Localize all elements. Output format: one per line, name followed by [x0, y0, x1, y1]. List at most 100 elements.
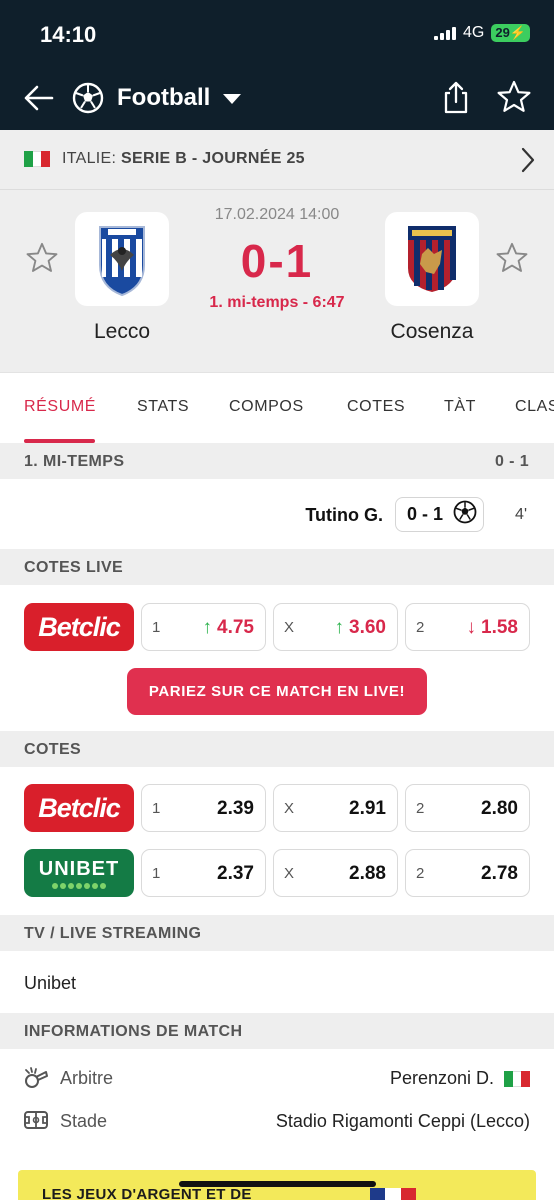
live-odds-row: Betclic 1 ↑ 4.75 X ↑ 3.60 2 ↓ 1.58 — [0, 603, 554, 651]
arrow-up-icon: ↑ — [202, 617, 213, 638]
france-flag-icon — [370, 1188, 416, 1200]
odd-draw[interactable]: X 2.91 — [273, 784, 398, 832]
section-header-match-info: INFORMATIONS DE MATCH — [0, 1013, 554, 1049]
odd-key: 2 — [416, 865, 425, 882]
referee-label: Arbitre — [60, 1068, 114, 1088]
back-arrow-icon[interactable] — [22, 82, 54, 119]
goal-event-row[interactable]: Tutino G. 0 - 1 4' — [0, 479, 554, 549]
odd-number: 4.75 — [217, 617, 254, 638]
goal-score-box: 0 - 1 — [395, 497, 484, 532]
goal-scorer[interactable]: Tutino G. — [305, 505, 383, 526]
odd-home[interactable]: 1 2.37 — [141, 849, 266, 897]
favorite-star-icon[interactable] — [497, 80, 531, 119]
home-team-name[interactable]: Lecco — [57, 320, 187, 344]
odd-key: 1 — [152, 865, 161, 882]
live-odd-draw[interactable]: X ↑ 3.60 — [273, 603, 398, 651]
odd-value: ↑ 4.75 — [203, 617, 254, 639]
section-header-odds: COTES — [0, 731, 554, 767]
caret-down-icon[interactable] — [222, 92, 242, 110]
odd-value: 2.88 — [349, 863, 386, 884]
soccer-ball-icon — [453, 500, 477, 529]
section-title: COTES LIVE — [24, 559, 124, 576]
tab-classement[interactable]: CLAS — [515, 398, 554, 416]
goal-score: 0 - 1 — [407, 504, 444, 524]
unibet-logo[interactable]: UNIBET — [24, 849, 134, 897]
tab-resume[interactable]: RÉSUMÉ — [24, 398, 96, 416]
league-country: ITALIE: — [62, 150, 117, 167]
section-title: COTES — [24, 741, 82, 758]
odds-section: Betclic 1 2.39 X 2.91 2 2.80 UNIBET 1 2.37 X… — [0, 767, 554, 915]
betclic-logo[interactable]: Betclic — [24, 784, 134, 832]
away-team-logo[interactable] — [385, 212, 479, 306]
signal-icon — [434, 26, 456, 40]
odd-key: 2 — [416, 800, 425, 817]
odd-draw[interactable]: X 2.88 — [273, 849, 398, 897]
odds-row-betclic: Betclic 1 2.39 X 2.91 2 2.80 — [0, 784, 554, 832]
odd-away[interactable]: 2 2.80 — [405, 784, 530, 832]
section-title: 1. MI-TEMPS — [24, 453, 125, 470]
tv-provider[interactable]: Unibet — [24, 973, 76, 994]
odd-value: 2.80 — [481, 798, 518, 819]
arrow-down-icon: ↓ — [466, 617, 477, 638]
live-odd-away[interactable]: 2 ↓ 1.58 — [405, 603, 530, 651]
section-title: TV / LIVE STREAMING — [24, 925, 202, 942]
tv-item[interactable]: Unibet — [0, 951, 554, 1013]
share-icon[interactable] — [440, 80, 472, 119]
match-header: Lecco 17.02.2024 14:00 0-1 1. mi-temps -… — [0, 190, 554, 373]
whistle-icon — [23, 1066, 49, 1095]
odd-away[interactable]: 2 2.78 — [405, 849, 530, 897]
stadium-value: Stadio Rigamonti Ceppi (Lecco) — [275, 1111, 530, 1131]
section-header-tv: TV / LIVE STREAMING — [0, 915, 554, 951]
section-header-first-half: 1. MI-TEMPS 0 - 1 — [0, 443, 554, 479]
match-tabs: RÉSUMÉ STATS COMPOS COTES TÀT CLAS — [0, 373, 554, 443]
unibet-dots-icon — [52, 882, 106, 889]
status-indicators: 4G 29⚡ — [434, 24, 530, 42]
bookmaker-name: Betclic — [38, 611, 121, 642]
section-score: 0 - 1 — [494, 453, 529, 470]
soccer-ball-icon — [72, 82, 104, 119]
live-odd-home[interactable]: 1 ↑ 4.75 — [141, 603, 266, 651]
odd-value: 2.78 — [481, 863, 518, 884]
tab-cotes[interactable]: COTES — [347, 398, 405, 416]
italy-flag-icon — [504, 1070, 531, 1087]
tab-tat[interactable]: TÀT — [444, 398, 476, 416]
battery-level: 29 — [495, 25, 510, 40]
italy-flag-icon — [24, 151, 51, 167]
odd-key: X — [284, 800, 295, 817]
sport-title[interactable]: Football — [117, 84, 210, 112]
section-header-live-odds: COTES LIVE — [0, 549, 554, 585]
odd-value: 2.37 — [217, 863, 254, 884]
tab-compos[interactable]: COMPOS — [229, 398, 304, 416]
app-bar: Football — [0, 66, 554, 130]
banner-text: LES JEUX D'ARGENT ET DE — [42, 1186, 252, 1200]
away-favorite-star-icon[interactable] — [496, 242, 528, 279]
live-odds-section: Betclic 1 ↑ 4.75 X ↑ 3.60 2 ↓ 1.58 PARIEZ S… — [0, 585, 554, 731]
odd-value: 2.39 — [217, 798, 254, 819]
tab-stats[interactable]: STATS — [137, 398, 189, 416]
live-bet-button[interactable]: PARIEZ SUR CE MATCH EN LIVE! — [127, 668, 427, 715]
goal-minute: 4' — [515, 506, 527, 523]
odd-key: 1 — [152, 619, 161, 636]
away-team-name[interactable]: Cosenza — [367, 320, 497, 344]
odd-key: 2 — [416, 619, 425, 636]
odd-value: ↑ 3.60 — [335, 617, 386, 639]
stadium-icon — [23, 1109, 49, 1136]
stadium-row: Stade Stadio Rigamonti Ceppi (Lecco) — [0, 1099, 554, 1142]
odd-key: X — [284, 865, 295, 882]
section-title: INFORMATIONS DE MATCH — [24, 1023, 243, 1040]
referee-value: Perenzoni D. — [390, 1068, 531, 1089]
league-header[interactable]: ITALIE: SERIE B - JOURNÉE 25 — [0, 130, 554, 190]
odd-number: 3.60 — [349, 617, 386, 638]
odd-number: 1.58 — [481, 617, 518, 638]
status-time: 14:10 — [40, 22, 97, 47]
home-indicator[interactable] — [179, 1181, 376, 1187]
stadium-label: Stade — [60, 1111, 108, 1131]
league-name: SERIE B - JOURNÉE 25 — [121, 150, 305, 167]
bookmaker-name: Betclic — [38, 792, 121, 823]
chevron-right-icon[interactable] — [520, 146, 536, 179]
odd-value: ↓ 1.58 — [467, 617, 518, 639]
bookmaker-name: UNIBET — [38, 857, 120, 880]
network-label: 4G — [463, 24, 485, 41]
betclic-logo[interactable]: Betclic — [24, 603, 134, 651]
odd-home[interactable]: 1 2.39 — [141, 784, 266, 832]
